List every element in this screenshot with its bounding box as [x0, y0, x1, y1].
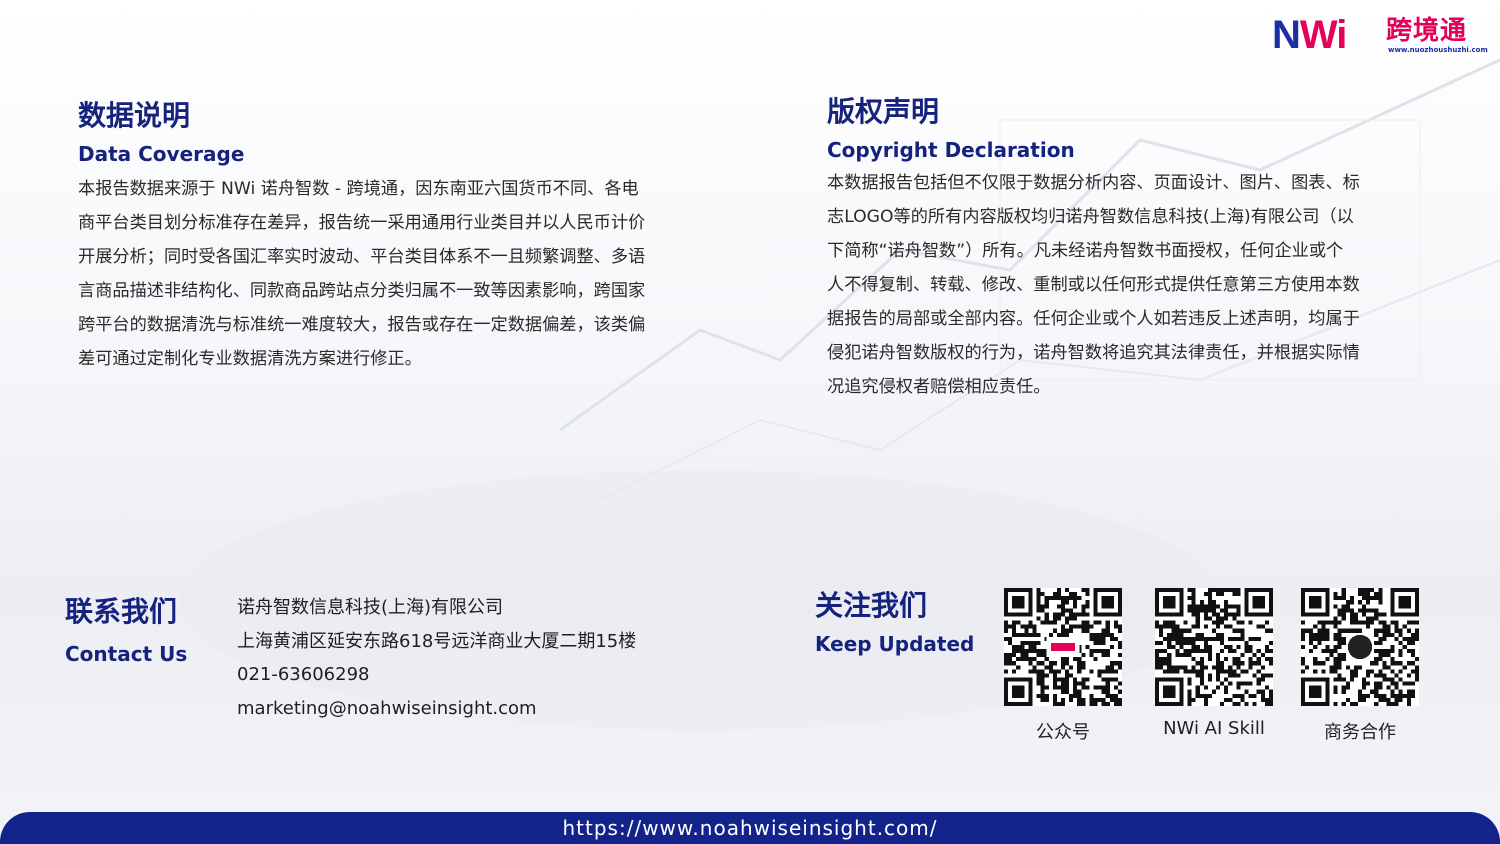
data-coverage-body: 本报告数据来源于 NWi 诺舟智数 - 跨境通，因东南亚六国货币不同、各电 商平…	[78, 172, 698, 376]
qr-code-business[interactable]: 商务合作	[1301, 588, 1419, 744]
text-line: 本数据报告包括但不仅限于数据分析内容、页面设计、图片、图表、标	[827, 173, 1360, 193]
logo-url: www.nuozhoushuzhi.com	[1388, 46, 1488, 54]
follow-title-en: Keep Updated	[815, 632, 975, 656]
data-coverage-section: 数据说明 Data Coverage 本报告数据来源于 NWi 诺舟智数 - 跨…	[78, 98, 698, 376]
text-line: 跨平台的数据清洗与标准统一难度较大，报告或存在一定数据偏差，该类偏	[78, 315, 646, 335]
qr-label: NWi AI Skill	[1163, 718, 1265, 739]
text-line: 下简称“诺舟智数”）所有。凡未经诺舟智数书面授权，任何企业或个	[827, 241, 1344, 261]
contact-heading: 联系我们 Contact Us	[65, 594, 187, 668]
contact-title-cn: 联系我们	[65, 595, 178, 628]
qr-code-image	[1004, 588, 1122, 706]
qr-code-image	[1155, 588, 1273, 706]
qr-code-image	[1301, 588, 1419, 706]
copyright-section: 版权声明 Copyright Declaration 本数据报告包括但不仅限于数…	[827, 94, 1417, 404]
copyright-title-en: Copyright Declaration	[827, 138, 1075, 162]
copyright-body: 本数据报告包括但不仅限于数据分析内容、页面设计、图片、图表、标 志LOGO等的所…	[827, 166, 1417, 404]
text-line: 差可通过定制化专业数据清洗方案进行修正。	[78, 349, 422, 369]
contact-title-en: Contact Us	[65, 642, 188, 666]
contact-details: 诺舟智数信息科技(上海)有限公司 上海黄浦区延安东路618号远洋商业大厦二期15…	[237, 591, 636, 725]
logo-mark: NWi	[1272, 13, 1347, 57]
contact-company: 诺舟智数信息科技(上海)有限公司	[237, 597, 504, 618]
qr-label: 公众号	[1036, 722, 1090, 743]
data-coverage-title-en: Data Coverage	[78, 142, 245, 166]
qr-code-official-account[interactable]: 公众号	[1004, 588, 1122, 744]
text-line: 开展分析；同时受各国汇率实时波动、平台类目体系不一且频繁调整、多语	[78, 247, 646, 267]
text-line: 本报告数据来源于 NWi 诺舟智数 - 跨境通，因东南亚六国货币不同、各电	[78, 179, 639, 199]
footer-bar: https://www.noahwiseinsight.com/	[0, 812, 1500, 844]
text-line: 言商品描述非结构化、同款商品跨站点分类归属不一致等因素影响，跨国家	[78, 281, 646, 301]
contact-address: 上海黄浦区延安东路618号远洋商业大厦二期15楼	[237, 630, 637, 652]
data-coverage-title-cn: 数据说明	[78, 99, 191, 132]
follow-title-cn: 关注我们	[815, 589, 928, 622]
text-line: 商平台类目划分标准存在差异，报告统一采用通用行业类目并以人民币计价	[78, 213, 646, 233]
follow-heading: 关注我们 Keep Updated	[815, 588, 974, 658]
text-line: 况追究侵权者赔偿相应责任。	[827, 377, 1051, 397]
text-line: 侵犯诺舟智数版权的行为，诺舟智数将追究其法律责任，并根据实际情	[827, 343, 1360, 363]
text-line: 人不得复制、转载、修改、重制或以任何形式提供任意第三方使用本数	[827, 275, 1360, 295]
text-line: 据报告的局部或全部内容。任何企业或个人如若违反上述声明，均属于	[827, 309, 1360, 329]
copyright-title-cn: 版权声明	[827, 95, 940, 128]
text-line: 志LOGO等的所有内容版权均归诺舟智数信息科技(上海)有限公司（以	[827, 207, 1354, 227]
qr-code-ai-skill[interactable]: NWi AI Skill	[1155, 588, 1273, 739]
logo-name: 跨境通	[1386, 16, 1468, 46]
qr-label: 商务合作	[1324, 722, 1396, 743]
contact-email[interactable]: marketing@noahwiseinsight.com	[237, 692, 636, 726]
brand-logo: NWi 跨境通 www.nuozhoushuzhi.com	[1272, 12, 1488, 58]
website-link[interactable]: https://www.noahwiseinsight.com/	[563, 816, 938, 840]
contact-phone[interactable]: 021-63606298	[237, 658, 636, 692]
